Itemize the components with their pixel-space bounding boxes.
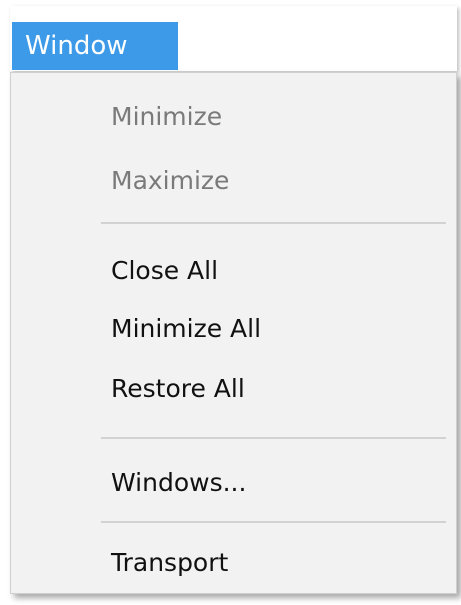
menu-item-minimize: Minimize <box>111 102 223 131</box>
menu-item-close-all[interactable]: Close All <box>111 243 441 299</box>
menu-item-windows[interactable]: Windows... <box>111 455 441 511</box>
menu-item-restore-all[interactable]: Restore All <box>111 361 441 417</box>
menu-item-transport[interactable]: Transport <box>111 535 441 591</box>
menubar-window[interactable]: Window <box>12 22 178 70</box>
menu-item-maximize: Maximize <box>111 166 230 195</box>
menu-separator <box>101 437 446 439</box>
window-menu-dropdown: Minimize Maximize Close All Minimize All… <box>10 72 457 594</box>
menu-separator <box>101 521 446 523</box>
menu-items: Minimize Maximize Close All Minimize All… <box>11 73 456 593</box>
menu-item-minimize-all[interactable]: Minimize All <box>111 301 441 357</box>
menu-separator <box>101 222 446 224</box>
